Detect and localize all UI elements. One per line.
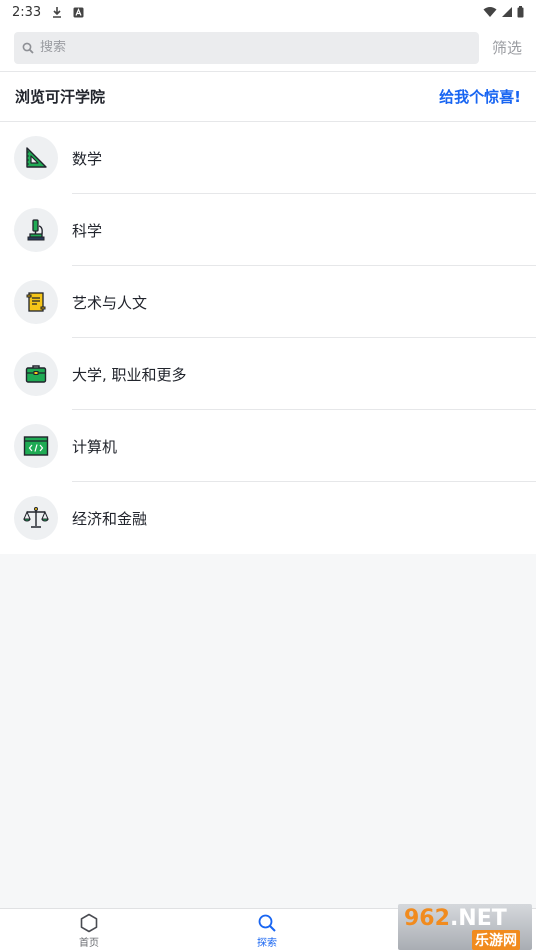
subject-item-economics-finance[interactable]: 经济和金融 [0, 482, 536, 554]
hexagon-home-icon [79, 913, 99, 933]
search-box[interactable] [14, 31, 479, 64]
microscope-icon [14, 208, 58, 252]
search-icon [22, 42, 34, 54]
nav-explore-label: 探索 [257, 937, 277, 949]
subject-item-arts-humanities[interactable]: 艺术与人文 [0, 266, 536, 338]
watermark-number: 962 [404, 906, 450, 931]
status-left: 2:33 [12, 5, 84, 20]
ruler-triangle-icon [14, 136, 58, 180]
search-input[interactable] [40, 40, 440, 55]
browse-title: 浏览可汗学院 [15, 88, 106, 106]
watermark-logo: 962.NET 乐游网 [398, 904, 532, 950]
subject-label: 大学, 职业和更多 [72, 365, 187, 384]
watermark-suffix: .NET [449, 906, 507, 931]
status-bar: 2:33 [0, 0, 536, 24]
nav-explore[interactable]: 探索 [178, 909, 356, 952]
subject-item-science[interactable]: 科学 [0, 194, 536, 266]
a-badge-icon [73, 7, 84, 18]
filter-button[interactable]: 筛选 [492, 37, 522, 58]
status-right [483, 6, 524, 18]
balance-scale-icon [14, 496, 58, 540]
subject-label: 科学 [72, 221, 103, 240]
subject-label: 数学 [72, 149, 103, 168]
download-icon [51, 6, 63, 18]
browse-header: 浏览可汗学院 给我个惊喜! [0, 72, 536, 122]
signal-icon [501, 6, 513, 18]
watermark-brand: 962.NET [404, 906, 507, 931]
subject-list: 数学 科学 艺术与人文 大学, 职业和更多 计算机 经济和金融 [0, 122, 536, 554]
app-root: 2:33 筛选 [0, 0, 536, 952]
subject-label: 艺术与人文 [72, 293, 148, 312]
status-time: 2:33 [12, 4, 42, 20]
subject-item-college-careers[interactable]: 大学, 职业和更多 [0, 338, 536, 410]
subject-label: 计算机 [72, 437, 118, 456]
search-header: 筛选 [0, 24, 536, 72]
watermark-cn: 乐游网 [472, 930, 520, 950]
nav-home-label: 首页 [79, 937, 99, 949]
subject-label: 经济和金融 [72, 509, 148, 528]
code-window-icon [14, 424, 58, 468]
surprise-me-button[interactable]: 给我个惊喜! [439, 86, 521, 107]
nav-home[interactable]: 首页 [0, 909, 178, 952]
subject-item-math[interactable]: 数学 [0, 122, 536, 194]
briefcase-icon [14, 352, 58, 396]
battery-icon [517, 6, 524, 18]
wifi-icon [483, 6, 497, 18]
subject-item-computing[interactable]: 计算机 [0, 410, 536, 482]
search-icon [257, 913, 277, 933]
scroll-icon [14, 280, 58, 324]
